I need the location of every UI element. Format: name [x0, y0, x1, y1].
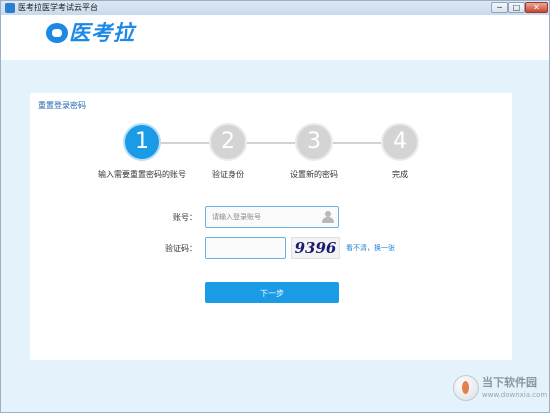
app-window: 医考拉医学考试云平台 ─ □ ✕ 医考拉 重置登录密码 1 2 3 4 输入需要… — [0, 0, 550, 413]
panel-title: 重置登录密码 — [38, 101, 86, 110]
account-input[interactable]: 请输入登录账号 — [205, 206, 339, 228]
step-connector — [247, 142, 295, 144]
step-2-indicator: 2 — [209, 123, 247, 161]
step-connector — [161, 142, 209, 144]
maximize-button[interactable]: □ — [508, 2, 525, 13]
watermark-logo-icon — [453, 375, 479, 401]
refresh-captcha-link[interactable]: 看不清，换一张 — [346, 243, 395, 253]
step-4-indicator: 4 — [381, 123, 419, 161]
step-connector — [333, 142, 381, 144]
watermark-name: 当下软件园 — [482, 376, 537, 389]
logo-text: 医考拉 — [69, 21, 135, 45]
step-4-label: 完成 — [392, 170, 408, 179]
captcha-input[interactable] — [205, 237, 286, 259]
logo-icon — [46, 23, 68, 43]
watermark: 当下软件园 www.downxia.com — [453, 373, 548, 405]
close-button[interactable]: ✕ — [525, 2, 548, 13]
step-1-indicator: 1 — [123, 123, 161, 161]
minimize-button[interactable]: ─ — [491, 2, 508, 13]
title-bar[interactable]: 医考拉医学考试云平台 ─ □ ✕ — [1, 1, 549, 16]
captcha-image[interactable]: 9396 — [291, 237, 340, 259]
user-icon — [321, 210, 335, 224]
captcha-label: 验证码： — [165, 244, 197, 253]
app-icon — [5, 3, 15, 13]
account-label: 账号： — [173, 213, 197, 222]
next-step-button[interactable]: 下一步 — [205, 282, 339, 303]
step-3-indicator: 3 — [295, 123, 333, 161]
window-title: 医考拉医学考试云平台 — [18, 3, 98, 12]
account-placeholder: 请输入登录账号 — [212, 213, 261, 221]
watermark-url: www.downxia.com — [482, 391, 548, 399]
